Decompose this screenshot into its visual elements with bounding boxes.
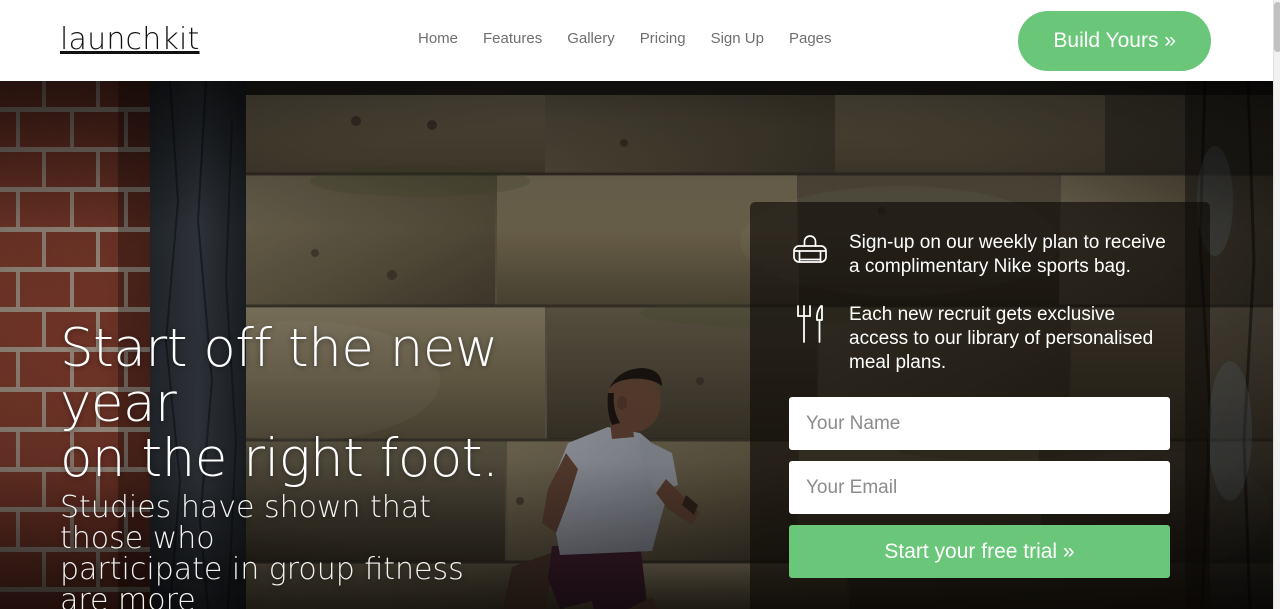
build-yours-button[interactable]: Build Yours » [1018, 11, 1211, 71]
site-logo[interactable]: launchkit [60, 20, 200, 60]
nav-item-home[interactable]: Home [418, 29, 458, 49]
hero-title-line-1: Start off the new year [60, 318, 498, 434]
hero-title-line-2: on the right foot. [60, 428, 499, 489]
main-navigation: Home Features Gallery Pricing Sign Up Pa… [418, 29, 832, 49]
signup-panel: Sign-up on our weekly plan to receive a … [750, 202, 1210, 609]
hero-subtitle-line-1: Studies have shown that those who [60, 490, 431, 556]
page-scrollbar[interactable] [1273, 0, 1280, 609]
site-header: launchkit Home Features Gallery Pricing … [0, 0, 1273, 81]
name-input[interactable] [789, 397, 1170, 450]
nav-item-features[interactable]: Features [483, 29, 542, 49]
nav-item-pricing[interactable]: Pricing [640, 29, 686, 49]
page-title: Start off the new year on the right foot… [60, 321, 520, 486]
email-input[interactable] [789, 461, 1170, 514]
hero-section: Start off the new year on the right foot… [0, 81, 1273, 609]
signup-form: Start your free trial » [789, 397, 1171, 578]
nav-item-gallery[interactable]: Gallery [567, 29, 615, 49]
hero-subtitle-line-2: participate in group fitness are more [60, 552, 464, 609]
cutlery-icon [789, 301, 831, 347]
sports-bag-icon [789, 229, 831, 275]
nav-item-pages[interactable]: Pages [789, 29, 832, 49]
page-root: Start off the new year on the right foot… [0, 0, 1280, 609]
hero-copy: Start off the new year on the right foot… [60, 321, 520, 609]
nav-item-sign-up[interactable]: Sign Up [711, 29, 764, 49]
hero-subtitle: Studies have shown that those who partic… [60, 492, 520, 609]
benefit-item-sports-bag: Sign-up on our weekly plan to receive a … [789, 229, 1171, 279]
start-free-trial-button[interactable]: Start your free trial » [789, 525, 1170, 578]
benefit-item-meal-plans: Each new recruit gets exclusive access t… [789, 301, 1171, 375]
benefit-text-sports-bag: Sign-up on our weekly plan to receive a … [849, 232, 1166, 277]
benefit-text-meal-plans: Each new recruit gets exclusive access t… [849, 304, 1154, 373]
scrollbar-thumb[interactable] [1274, 2, 1280, 52]
